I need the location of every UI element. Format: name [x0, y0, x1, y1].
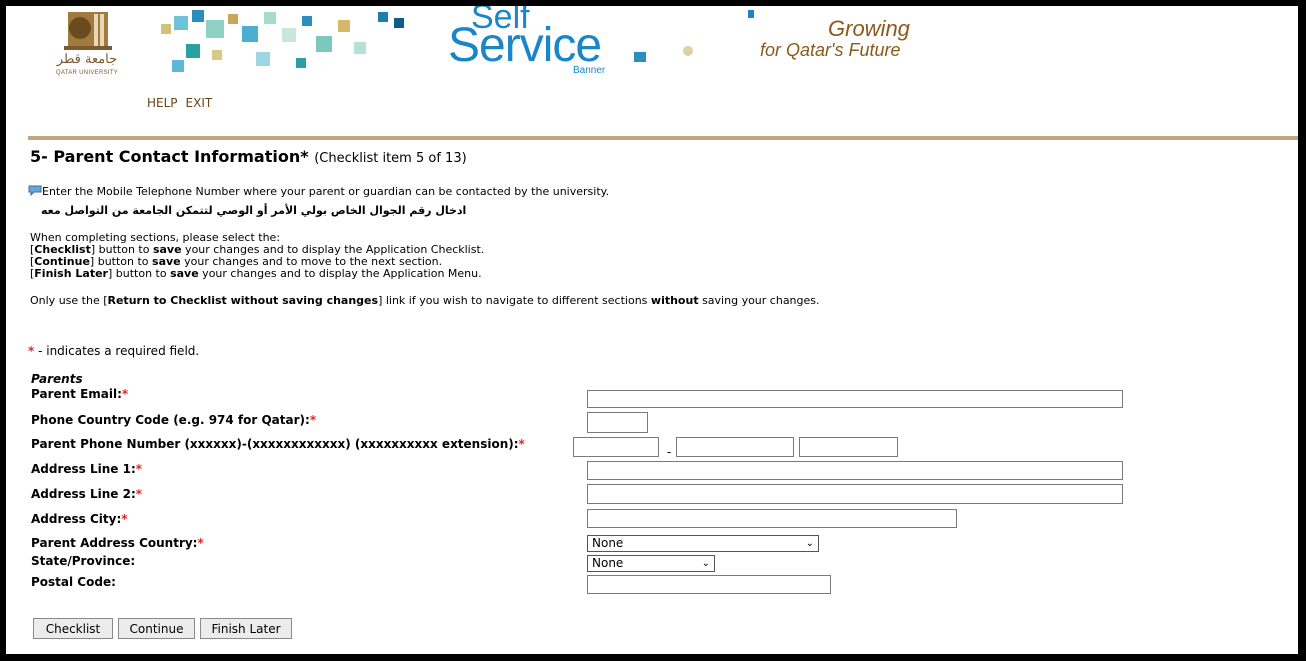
parent-country-value: None	[592, 536, 624, 550]
brand-banner-text: Banner	[573, 65, 606, 76]
return-to-checklist-link: Return to Checklist without saving chang…	[107, 294, 379, 307]
chevron-down-icon: ⌄	[805, 538, 814, 549]
info-return-line: Only use the [Return to Checklist withou…	[30, 294, 820, 307]
state-province-select[interactable]: None ⌄	[587, 555, 715, 572]
required-star-icon: *	[197, 536, 204, 550]
postal-code-input[interactable]	[587, 575, 831, 594]
required-star-icon: *	[135, 487, 143, 501]
info-arabic-text: ادخال رقم الجوال الخاص بولي الأمر أو الو…	[41, 204, 467, 217]
tagline-growing: Growing	[828, 16, 910, 41]
page-title-checklist-item: (Checklist item 5 of 13)	[314, 151, 467, 166]
required-star-icon: *	[121, 512, 128, 526]
parent-email-label: Parent Email:*	[31, 387, 129, 401]
brand-service-text: Service	[448, 19, 602, 72]
required-star-icon: *	[309, 413, 317, 427]
required-star-icon: *	[121, 387, 129, 401]
parents-section-heading: Parents	[31, 372, 83, 386]
parent-phone-label: Parent Phone Number (xxxxxx)-(xxxxxxxxxx…	[31, 437, 525, 451]
checklist-button[interactable]: Checklist	[33, 618, 113, 639]
phone-separator: -	[667, 445, 672, 459]
required-star-icon: *	[135, 462, 143, 476]
state-province-label: State/Province:	[31, 554, 136, 568]
site-banner: جامعة قطر QATAR UNIVERSITY Self Service …	[6, 6, 1298, 96]
qatar-university-logo: جامعة قطر QATAR UNIVERSITY	[46, 8, 128, 86]
finish-later-button[interactable]: Finish Later	[200, 618, 292, 639]
postal-code-label: Postal Code:	[31, 575, 116, 589]
page-title: 5- Parent Contact Information* (Checklis…	[30, 147, 467, 166]
required-field-note: * - indicates a required field.	[28, 344, 200, 358]
country-code-label: Phone Country Code (e.g. 974 for Qatar):…	[31, 413, 317, 427]
top-navigation: HELP EXIT	[147, 96, 220, 110]
header-divider	[28, 136, 1298, 140]
address-line1-input[interactable]	[587, 461, 1123, 480]
info-mobile-text: Enter the Mobile Telephone Number where …	[42, 185, 610, 198]
parent-email-input[interactable]	[587, 390, 1123, 408]
info-speech-icon	[28, 185, 42, 196]
page-frame: جامعة قطر QATAR UNIVERSITY Self Service …	[6, 6, 1298, 654]
parent-country-select[interactable]: None ⌄	[587, 535, 819, 552]
country-code-input[interactable]	[587, 412, 648, 433]
address-line2-input[interactable]	[587, 484, 1123, 504]
address-line1-label: Address Line 1:*	[31, 462, 143, 476]
address-city-input[interactable]	[587, 509, 957, 528]
page-title-main: 5- Parent Contact Information*	[30, 147, 309, 166]
info-finish-label: Finish Later	[34, 267, 108, 280]
phone-extension-input[interactable]	[799, 437, 898, 457]
phone-area-input[interactable]	[573, 437, 659, 457]
state-province-value: None	[592, 556, 624, 570]
logo-english-text: QATAR UNIVERSITY	[55, 70, 119, 76]
exit-link[interactable]: EXIT	[186, 96, 213, 110]
address-line2-label: Address Line 2:*	[31, 487, 143, 501]
required-star-icon: *	[518, 437, 525, 451]
parent-country-label: Parent Address Country:*	[31, 536, 204, 550]
logo-arabic-text: جامعة قطر	[56, 52, 118, 67]
info-finish-line: [Finish Later] button to save your chang…	[30, 267, 482, 280]
help-link[interactable]: HELP	[147, 96, 178, 110]
university-emblem-icon	[64, 12, 112, 50]
tagline-qatar-future: for Qatar's Future	[760, 40, 901, 60]
chevron-down-icon: ⌄	[701, 558, 710, 569]
phone-number-input[interactable]	[676, 437, 794, 457]
address-city-label: Address City:*	[31, 512, 128, 526]
continue-button[interactable]: Continue	[118, 618, 195, 639]
